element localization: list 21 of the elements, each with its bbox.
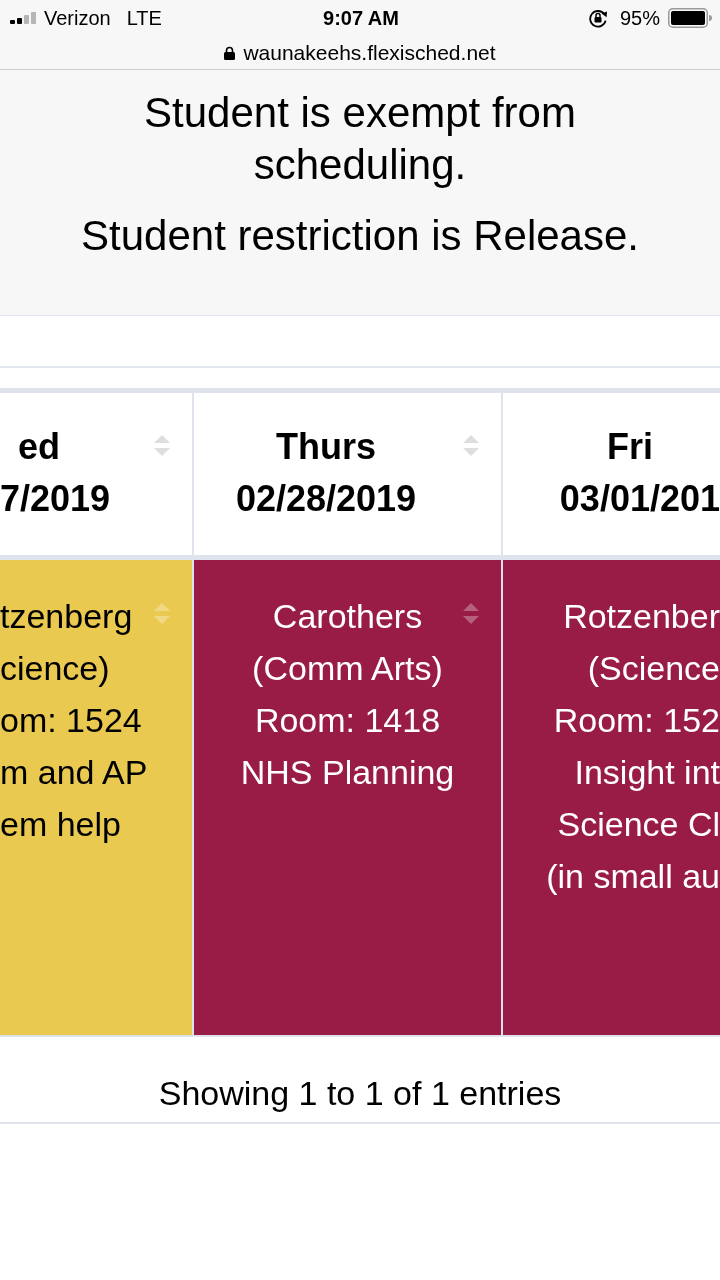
column-header[interactable]: ed 7/2019 [0, 393, 192, 555]
appointment-text: Carothers (Comm Arts) Room: 1418 NHS Planning [240, 596, 455, 793]
network-type: LTE [126, 6, 162, 30]
clock-time: 9:07 AM [323, 6, 399, 30]
schedule-cell[interactable]: Carothers (Comm Arts) Room: 1418 NHS Planning [194, 560, 501, 1035]
appointment-text: tzenberg cience) om: 1524 m and AP em help [0, 596, 148, 845]
notice-text: Student is exempt from scheduling. [143, 88, 577, 190]
carrier-name: Verizon [44, 6, 111, 30]
entries-info: Showing 1 to 1 of 1 entries [158, 1074, 562, 1112]
column-header[interactable]: Thurs 02/28/2019 [194, 393, 501, 555]
schedule-cell[interactable]: Rotzenber (Science Room: 152 Insight int Science Cl (in small au [503, 560, 720, 1035]
appointment-text: Rotzenber (Science Room: 152 Insight int Science Cl (in small au [546, 596, 720, 897]
column-header[interactable]: Fri 03/01/201 [503, 393, 720, 555]
url-text[interactable]: waunakeehs.flexisched.net [243, 39, 496, 66]
schedule-cell[interactable]: tzenberg cience) om: 1524 m and AP em help [0, 560, 192, 1035]
battery-icon [668, 8, 712, 28]
lock-icon [224, 45, 236, 60]
notice-text: Student restriction is Release. [80, 211, 640, 261]
battery-percent: 95% [619, 6, 660, 30]
rotation-lock-icon [587, 8, 608, 28]
signal-icon [10, 12, 38, 24]
